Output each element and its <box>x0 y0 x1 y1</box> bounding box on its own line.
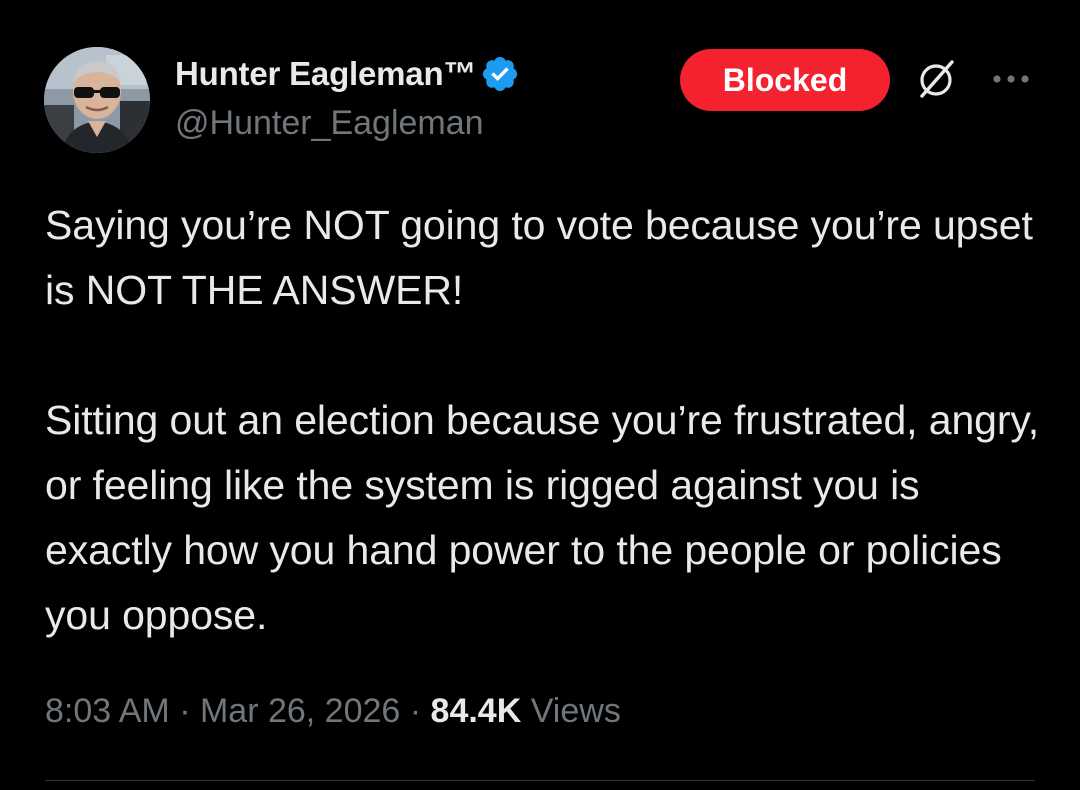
more-options-icon[interactable] <box>990 66 1032 92</box>
author-handle[interactable]: @Hunter_Eagleman <box>175 104 484 143</box>
author-display-name[interactable]: Hunter Eagleman™ <box>175 55 476 93</box>
tweet-meta: 8:03 AM · Mar 26, 2026 · 84.4K Views <box>45 688 621 734</box>
divider <box>45 780 1035 781</box>
views-count: 84.4K <box>430 692 522 730</box>
grok-icon[interactable] <box>914 58 958 102</box>
tweet-paragraph: Saying you’re NOT going to vote because … <box>45 202 1033 313</box>
tweet-time[interactable]: 8:03 AM <box>45 692 170 730</box>
tweet-detail: Hunter Eagleman™ @Hunter_Eagleman Blocke… <box>0 0 1080 790</box>
tweet-date[interactable]: Mar 26, 2026 <box>200 692 400 730</box>
avatar[interactable] <box>44 47 150 153</box>
tweet-paragraph: Sitting out an election because you’re f… <box>45 397 1040 638</box>
meta-separator: · <box>400 692 431 730</box>
tweet-text: Saying you’re NOT going to vote because … <box>45 193 1045 648</box>
blocked-button[interactable]: Blocked <box>680 49 890 111</box>
author-name-row: Hunter Eagleman™ <box>175 52 520 96</box>
views-label: Views <box>530 692 621 730</box>
meta-separator: · <box>169 692 200 730</box>
verified-badge-icon[interactable] <box>480 54 520 94</box>
